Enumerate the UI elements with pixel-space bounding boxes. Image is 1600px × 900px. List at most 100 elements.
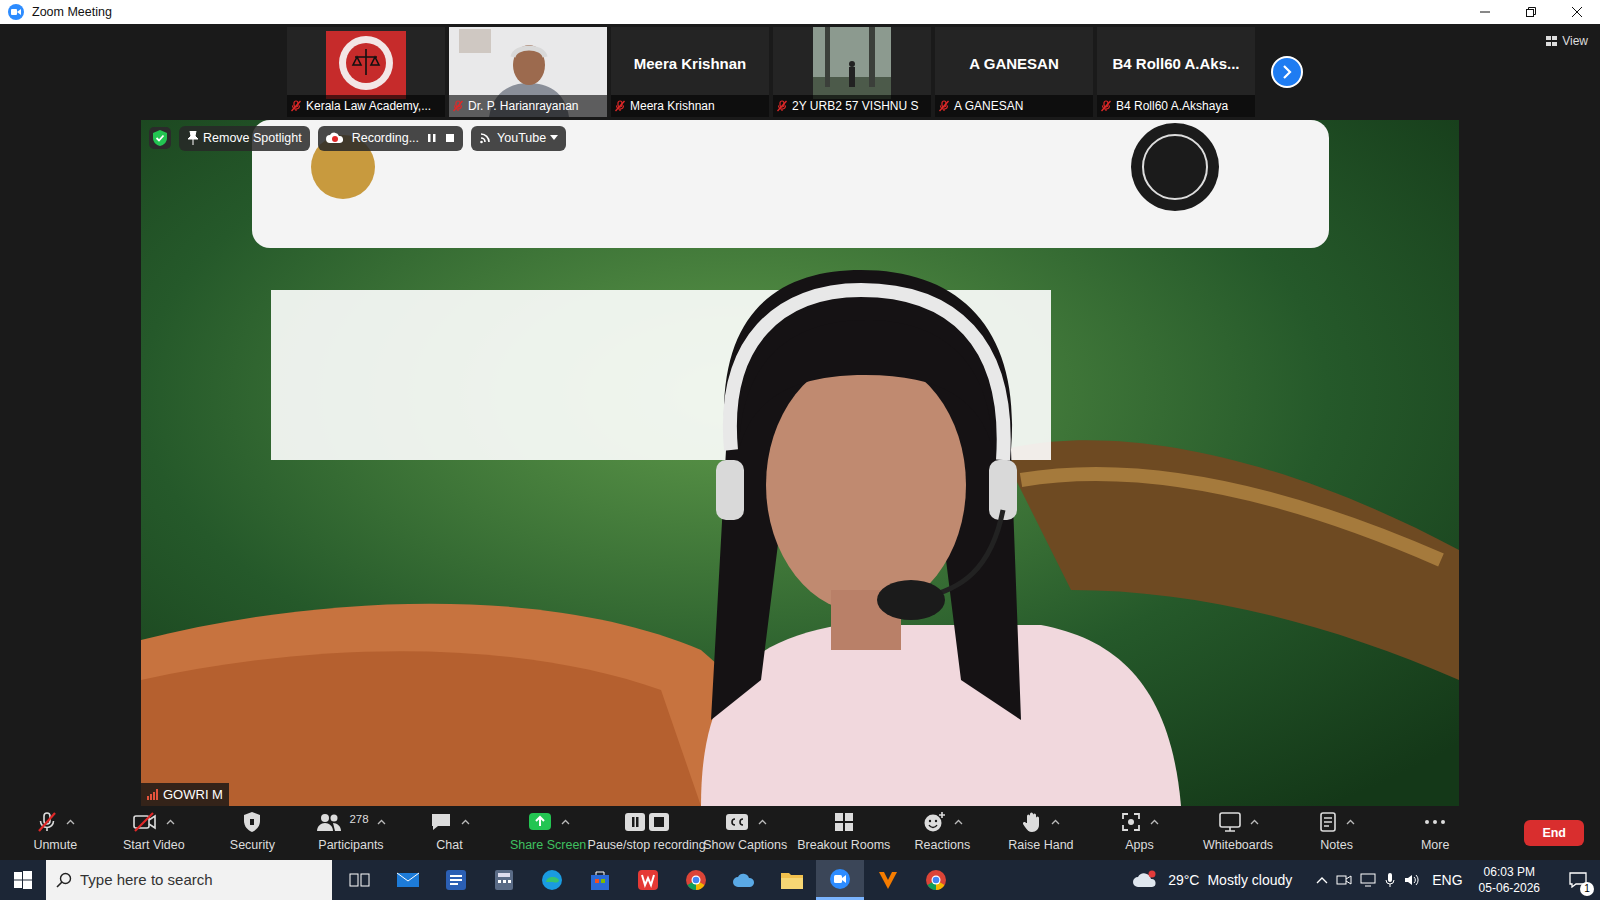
- participant-name: A GANESAN: [969, 53, 1058, 76]
- cloud-app-icon[interactable]: [720, 860, 768, 900]
- menu-caret-icon[interactable]: [1051, 819, 1060, 825]
- close-icon[interactable]: [1554, 0, 1600, 24]
- chrome-app-icon[interactable]: [912, 860, 960, 900]
- pin-icon: [187, 131, 199, 145]
- chrome-app-icon[interactable]: [672, 860, 720, 900]
- toolbar-icon-row: [833, 811, 855, 833]
- menu-caret-icon[interactable]: [1150, 819, 1159, 825]
- toolbar-button[interactable]: Chat: [400, 811, 499, 855]
- meeting-toolbar: UnmuteStart Video Security 278Participants…: [0, 806, 1600, 860]
- video-icon: [132, 811, 158, 833]
- participant-label: A GANESAN: [935, 95, 1093, 117]
- menu-caret-icon[interactable]: [758, 819, 767, 825]
- stop-icon[interactable]: [445, 132, 455, 144]
- toolbar-button[interactable]: Security: [203, 811, 302, 855]
- captions-icon: [724, 811, 750, 833]
- menu-caret-icon[interactable]: [1346, 819, 1355, 825]
- muted-mic-icon: [614, 100, 626, 112]
- toolbar-button[interactable]: Pause/stop recording: [597, 811, 696, 855]
- toolbar-label: Share Screen: [510, 836, 586, 855]
- show-hidden-icons-icon[interactable]: [1316, 876, 1328, 884]
- menu-caret-icon[interactable]: [66, 819, 75, 825]
- zoom-logo-icon: [8, 4, 24, 20]
- mail-app-icon[interactable]: [384, 860, 432, 900]
- toolbar-button[interactable]: Show Captions: [696, 811, 795, 855]
- notifications-button[interactable]: 1: [1556, 860, 1600, 900]
- end-button[interactable]: End: [1524, 820, 1584, 847]
- stream-button[interactable]: YouTube: [471, 126, 566, 151]
- participant-label: 2Y URB2 57 VISHNU S: [773, 95, 931, 117]
- participant-tile[interactable]: Kerala Law Academy,...: [287, 27, 445, 117]
- toolbar-label: Notes: [1320, 836, 1353, 855]
- menu-caret-icon[interactable]: [377, 819, 386, 825]
- menu-caret-icon[interactable]: [561, 819, 570, 825]
- toolbar-button[interactable]: Unmute: [6, 811, 105, 855]
- taskbar-clock[interactable]: 06:03 PM05-06-2026: [1479, 864, 1540, 896]
- toolbar-button[interactable]: Raise Hand: [992, 811, 1091, 855]
- toolbar-button[interactable]: More: [1386, 811, 1485, 855]
- minimize-icon[interactable]: [1462, 0, 1508, 24]
- muted-mic-icon: [290, 100, 302, 112]
- muted-mic-icon: [776, 100, 788, 112]
- signal-icon: [147, 789, 159, 800]
- toolbar-button[interactable]: 278Participants: [302, 811, 401, 855]
- word-app-icon[interactable]: [432, 860, 480, 900]
- participant-tile[interactable]: A GANESAN A GANESAN: [935, 27, 1093, 117]
- participant-label-text: B4 Roll60 A.Akshaya: [1116, 97, 1228, 115]
- toolbar-button[interactable]: Start Video: [105, 811, 204, 855]
- cloud-record-icon: [326, 132, 344, 144]
- participant-tile[interactable]: B4 Roll60 A.Aks...B4 Roll60 A.Akshaya: [1097, 27, 1255, 117]
- edge-app-icon[interactable]: [528, 860, 576, 900]
- participant-label: Meera Krishnan: [611, 95, 769, 117]
- toolbar-button[interactable]: Apps: [1090, 811, 1189, 855]
- participant-count: 278: [349, 811, 368, 828]
- pause-icon[interactable]: [427, 132, 437, 144]
- taskview-app-icon[interactable]: [336, 860, 384, 900]
- taskbar-search[interactable]: Type here to search: [46, 860, 332, 900]
- cloud-icon: [732, 871, 756, 889]
- participant-label-text: Dr. P. Harianrayanan: [468, 97, 579, 115]
- weather-temp[interactable]: 29°C: [1168, 870, 1199, 891]
- participant-tile[interactable]: Meera KrishnanMeera Krishnan: [611, 27, 769, 117]
- network-icon[interactable]: [1360, 873, 1376, 887]
- menu-caret-icon[interactable]: [166, 819, 175, 825]
- taskview-icon: [349, 871, 371, 889]
- toolbar-button[interactable]: Reactions: [893, 811, 992, 855]
- meet-icon[interactable]: [1336, 873, 1352, 887]
- input-language[interactable]: ENG: [1432, 870, 1462, 891]
- folder-app-icon[interactable]: [768, 860, 816, 900]
- toolbar-label: Security: [230, 836, 275, 855]
- toolbar-button[interactable]: Breakout Rooms: [795, 811, 894, 855]
- toolbar-icon-row: [724, 811, 767, 833]
- participant-tile[interactable]: 2Y URB2 57 VISHNU S: [773, 27, 931, 117]
- menu-caret-icon[interactable]: [954, 819, 963, 825]
- record-icon: [623, 811, 671, 833]
- windows-start-icon[interactable]: [0, 860, 46, 900]
- menu-caret-icon[interactable]: [461, 819, 470, 825]
- zoom-app-icon[interactable]: [816, 860, 864, 900]
- encryption-shield-icon[interactable]: [149, 127, 171, 149]
- restore-icon[interactable]: [1508, 0, 1554, 24]
- toolbar-button[interactable]: Notes: [1287, 811, 1386, 855]
- wps-icon: [637, 869, 659, 891]
- vlc-app-icon[interactable]: [864, 860, 912, 900]
- toolbar-label: Show Captions: [703, 836, 787, 855]
- toolbar-button[interactable]: Whiteboards: [1189, 811, 1288, 855]
- toolbar-button[interactable]: Share Screen: [499, 811, 598, 855]
- wps-app-icon[interactable]: [624, 860, 672, 900]
- security-icon: [242, 811, 262, 833]
- speaker-icon[interactable]: [1404, 873, 1420, 887]
- remove-spotlight-button[interactable]: Remove Spotlight: [179, 126, 310, 151]
- speaker-video: Remove Spotlight Recording... YouTube GO…: [141, 120, 1459, 806]
- calc-app-icon[interactable]: [480, 860, 528, 900]
- mail-icon: [396, 871, 420, 889]
- muted-mic-icon: [938, 100, 950, 112]
- view-button[interactable]: View: [1546, 32, 1588, 50]
- next-page-icon[interactable]: [1271, 56, 1303, 88]
- participant-tile[interactable]: Dr. P. Harianrayanan: [449, 27, 607, 117]
- breakout-icon: [833, 811, 855, 833]
- weather-text[interactable]: Mostly cloudy: [1207, 870, 1292, 891]
- store-app-icon[interactable]: [576, 860, 624, 900]
- menu-caret-icon[interactable]: [1250, 819, 1259, 825]
- microphone-icon[interactable]: [1384, 872, 1396, 888]
